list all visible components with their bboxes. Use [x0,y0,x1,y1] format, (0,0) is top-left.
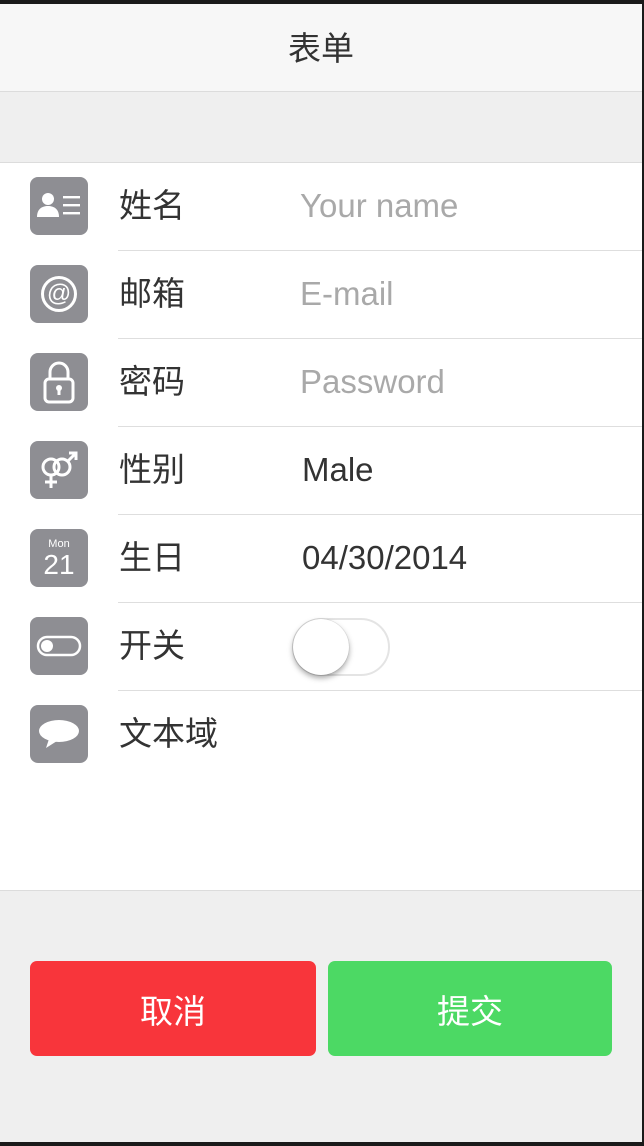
name-label: 姓名 [119,186,185,225]
calendar-icon: Mon 21 [30,529,88,587]
page-title: 表单 [288,29,354,68]
submit-button[interactable]: 提交 [328,961,612,1056]
name-input[interactable] [300,183,620,229]
contact-card-icon [30,177,88,235]
cancel-button[interactable]: 取消 [30,961,316,1056]
speech-bubble-icon [30,705,88,763]
birthday-row[interactable]: Mon 21 生日 04/30/2014 [0,515,642,603]
email-label: 邮箱 [119,274,185,313]
birthday-label: 生日 [119,538,185,577]
textarea-input[interactable] [300,708,630,878]
switch-row: 开关 [0,603,642,691]
birthday-value[interactable]: 04/30/2014 [302,535,467,581]
password-label: 密码 [119,362,185,401]
password-row: 密码 [0,339,642,427]
gender-label: 性别 [119,450,185,489]
toggle-knob [293,619,349,675]
calendar-month: Mon [48,537,70,550]
gender-value[interactable]: Male [302,447,374,493]
email-row: @ 邮箱 [0,251,642,339]
gender-icon [30,441,88,499]
at-icon: @ [30,265,88,323]
form: 姓名 @ 邮箱 密码 [0,162,642,891]
switch-label: 开关 [119,626,185,665]
name-row: 姓名 [0,163,642,251]
email-input[interactable] [300,271,620,317]
nav-bar: 表单 [0,4,642,92]
switch-toggle[interactable] [292,618,390,676]
calendar-day: 21 [43,548,75,580]
lock-icon [30,353,88,411]
toggle-icon [30,617,88,675]
gender-row[interactable]: 性别 Male [0,427,642,515]
screen: 表单 姓名 @ 邮箱 [0,4,642,1142]
textarea-label: 文本域 [119,714,218,753]
password-input[interactable] [300,359,620,405]
